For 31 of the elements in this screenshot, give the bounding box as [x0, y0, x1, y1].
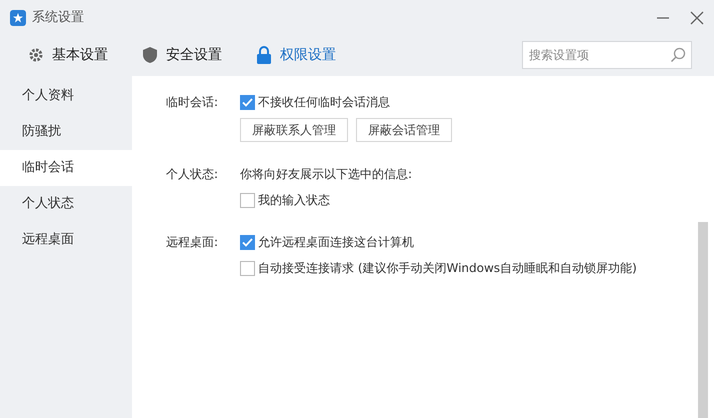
sidebar-item[interactable]: 个人状态 [0, 186, 132, 222]
section-label: 远程桌面: [166, 234, 220, 251]
search-field[interactable]: 搜索设置项 [522, 41, 692, 69]
manage-button[interactable]: 屏蔽联系人管理 [240, 118, 348, 142]
checkbox-label: 自动接受连接请求 (建议你手动关闭Windows自动睡眠和自动锁屏功能) [258, 260, 637, 277]
app-logo-icon [10, 10, 26, 26]
shield-icon [142, 46, 158, 64]
close-icon[interactable] [690, 11, 704, 25]
sidebar-item[interactable]: 防骚扰 [0, 114, 132, 150]
checkbox[interactable] [240, 260, 255, 276]
sidebar-item[interactable]: 临时会话 [0, 150, 132, 186]
window-title: 系统设置 [32, 9, 84, 28]
tab[interactable]: 权限设置 [256, 44, 336, 66]
checkbox[interactable] [240, 234, 255, 250]
sidebar-item[interactable]: 个人资料 [0, 78, 132, 114]
checkbox[interactable] [240, 94, 255, 110]
tab[interactable]: 基本设置 [28, 44, 108, 66]
scrollbar[interactable] [698, 222, 708, 418]
section-label: 临时会话: [166, 94, 220, 111]
info-text: 你将向好友展示以下选中的信息: [240, 166, 412, 183]
gear-icon [28, 47, 44, 63]
sidebar-item[interactable]: 远程桌面 [0, 222, 132, 258]
manage-button[interactable]: 屏蔽会话管理 [356, 118, 452, 142]
section-label: 个人状态: [166, 166, 220, 183]
lock-icon [256, 46, 272, 64]
search-icon[interactable] [670, 47, 686, 63]
checkbox-label: 不接收任何临时会话消息 [258, 94, 390, 111]
tab[interactable]: 安全设置 [142, 44, 222, 66]
checkbox[interactable] [240, 192, 255, 208]
checkbox-label: 允许远程桌面连接这台计算机 [258, 234, 414, 251]
checkbox-label: 我的输入状态 [258, 192, 330, 209]
